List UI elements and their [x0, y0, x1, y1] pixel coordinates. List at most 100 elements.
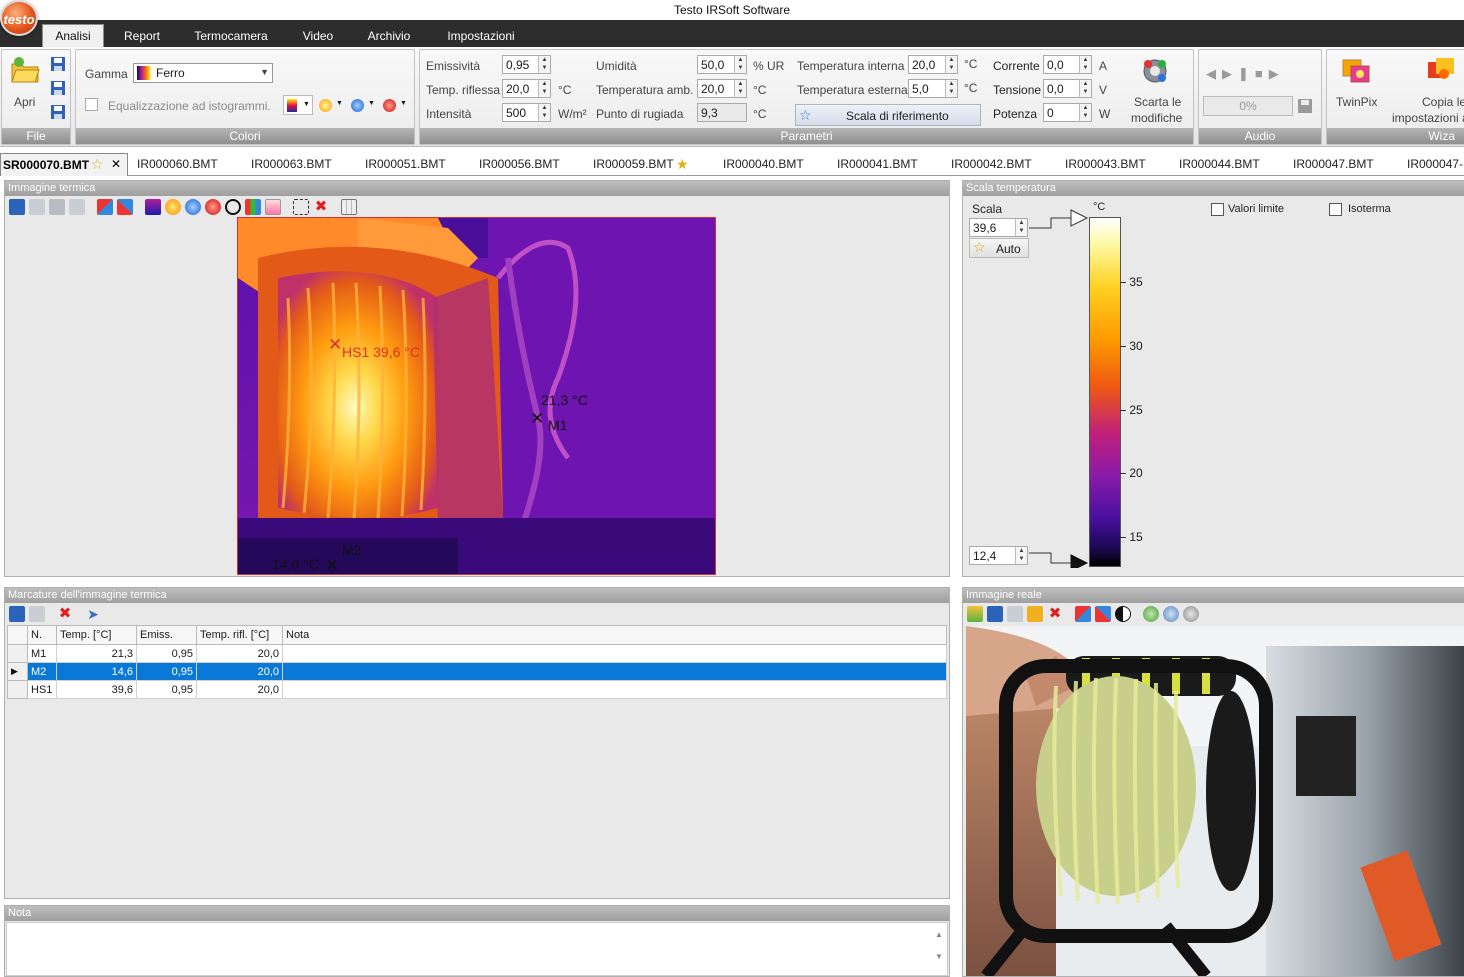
rotate-right-icon[interactable]	[1095, 606, 1111, 622]
column-header[interactable]: Temp. [°C]	[56, 625, 137, 645]
corrente-input[interactable]: 0,0 ▲ ▼	[1043, 55, 1092, 74]
gamma-select[interactable]: Ferro ▼	[133, 63, 273, 83]
rotate-left-icon[interactable]	[97, 199, 113, 215]
copy-label-2[interactable]: impostazioni a	[1392, 111, 1464, 125]
emissivita-input[interactable]: 0,95 ▲ ▼	[502, 55, 551, 74]
file-tab[interactable]: IR000043.BMT	[1065, 157, 1146, 171]
cell-temp-rifl[interactable]: 20,0	[196, 680, 283, 699]
intensita-input[interactable]: 500 ▲ ▼	[502, 103, 551, 122]
select-area-icon[interactable]	[293, 199, 309, 215]
open-button-label[interactable]: Apri	[14, 95, 35, 109]
contrast-icon[interactable]	[1115, 606, 1131, 622]
tab-archivio[interactable]: Archivio	[357, 26, 421, 47]
measure-marker-icon[interactable]: ✕	[530, 410, 544, 427]
zoom-in-icon[interactable]	[1143, 606, 1159, 622]
copy-icon[interactable]	[29, 606, 45, 622]
favorite-star-icon[interactable]: ★	[676, 156, 689, 173]
save-as-icon[interactable]	[50, 80, 66, 96]
spin-arrows-icon[interactable]: ▲ ▼	[538, 104, 550, 121]
spin-arrows-icon[interactable]: ▲ ▼	[1079, 80, 1091, 97]
isoterma-checkbox[interactable]	[1329, 203, 1342, 216]
marker-color-dropdown[interactable]: ▼	[381, 95, 409, 115]
auto-button[interactable]: ☆ Auto	[969, 238, 1029, 258]
cell-temp[interactable]: 39,6	[56, 680, 137, 699]
spin-arrows-icon[interactable]: ▲ ▼	[734, 80, 746, 97]
delete-icon[interactable]: ✖	[313, 199, 329, 215]
grid-icon[interactable]	[341, 199, 357, 215]
file-tab[interactable]: IR000063.BMT	[251, 157, 332, 171]
tab-video[interactable]: Video	[292, 26, 344, 47]
copy-icon[interactable]	[29, 199, 45, 215]
cell-temp[interactable]: 21,3	[56, 644, 137, 663]
temp-amb-input[interactable]: 20,0 ▲ ▼	[697, 79, 747, 98]
paste-icon[interactable]	[1027, 606, 1043, 622]
favorite-star-icon[interactable]: ☆	[91, 156, 104, 173]
cell-temp-rifl[interactable]: 20,0	[196, 662, 283, 681]
spin-arrows-icon[interactable]: ▲ ▼	[945, 56, 957, 73]
pause-icon[interactable]: ❚	[1238, 66, 1255, 81]
open-image-icon[interactable]	[967, 606, 983, 622]
discard-label-1[interactable]: Scarta le	[1134, 95, 1181, 109]
histogram-icon[interactable]	[245, 199, 261, 215]
note-scrollbar[interactable]: ▲ ▼	[932, 924, 946, 976]
save-icon[interactable]	[987, 606, 1003, 622]
app-logo[interactable]: testo	[0, 0, 38, 36]
copy-settings-icon[interactable]	[1426, 56, 1458, 86]
file-tab[interactable]: IR000059.BMT	[593, 157, 674, 171]
file-tab-active[interactable]: SR000070.BMT ☆ ✕	[0, 153, 128, 176]
save-icon[interactable]	[50, 56, 66, 72]
rotate-left-icon[interactable]	[1075, 606, 1091, 622]
copy-icon[interactable]	[1007, 606, 1023, 622]
umidita-input[interactable]: 50,0 ▲ ▼	[697, 55, 747, 74]
twinpix-icon[interactable]	[1341, 56, 1371, 86]
file-tab[interactable]: IR000041.BMT	[837, 157, 918, 171]
note-textarea[interactable]	[6, 922, 948, 976]
file-tab[interactable]: IR000047.BMT	[1293, 157, 1374, 171]
close-icon[interactable]: ✕	[111, 157, 121, 171]
spin-arrows-icon[interactable]: ▲ ▼	[1079, 104, 1091, 121]
scale-min-input[interactable]: 12,4 ▲ ▼	[969, 546, 1028, 565]
delete-icon[interactable]: ✖	[57, 606, 73, 622]
tab-report[interactable]: Report	[113, 26, 171, 47]
valori-limite-checkbox[interactable]	[1211, 203, 1224, 216]
spin-arrows-icon[interactable]: ▲ ▼	[538, 56, 550, 73]
twinpix-label[interactable]: TwinPix	[1336, 95, 1377, 109]
forward-icon[interactable]: ▶	[1269, 66, 1285, 81]
cold-spot-icon[interactable]	[185, 199, 201, 215]
spin-arrows-icon[interactable]: ▲ ▼	[1015, 219, 1027, 236]
row-header-cell[interactable]	[7, 680, 28, 699]
column-header[interactable]: N.	[27, 625, 57, 645]
profile-line-icon[interactable]	[265, 199, 281, 215]
hot-color-dropdown[interactable]: ▼	[317, 95, 345, 115]
play-icon[interactable]: ▶	[1222, 66, 1238, 81]
table-row[interactable]: M1 21,3 0,95 20,0	[7, 644, 947, 663]
cell-nota[interactable]	[282, 644, 947, 663]
locate-marker-icon[interactable]: ➤	[85, 606, 101, 622]
file-tab[interactable]: IR000044.BMT	[1179, 157, 1260, 171]
spin-arrows-icon[interactable]: ▲ ▼	[1079, 56, 1091, 73]
temp-interna-input[interactable]: 20,0 ▲ ▼	[908, 55, 958, 74]
real-image[interactable]	[966, 626, 1464, 976]
save-icon[interactable]	[9, 199, 25, 215]
thermal-image[interactable]: ✕ HS1 39,6 °C 21,3 °C ✕ M1 M2 14,6 °C ✕	[237, 217, 716, 575]
open-folder-icon[interactable]	[10, 56, 40, 84]
file-tab[interactable]: IR000040.BMT	[723, 157, 804, 171]
column-header[interactable]: Nota	[282, 625, 947, 645]
row-pointer-icon[interactable]: ▶	[7, 662, 28, 681]
copy-label-1[interactable]: Copia le	[1422, 95, 1464, 109]
paste-icon[interactable]	[49, 199, 65, 215]
discard-label-2[interactable]: modifiche	[1131, 111, 1182, 125]
spin-arrows-icon[interactable]: ▲ ▼	[734, 56, 746, 73]
max-handle-icon[interactable]	[1070, 209, 1089, 227]
spin-arrows-icon[interactable]: ▲ ▼	[538, 80, 550, 97]
tensione-input[interactable]: 0,0 ▲ ▼	[1043, 79, 1092, 98]
scala-riferimento-button[interactable]: ☆ Scala di riferimento	[795, 104, 981, 126]
rewind-icon[interactable]: ◀	[1206, 66, 1222, 81]
cell-nota[interactable]	[282, 662, 947, 681]
column-header[interactable]: Temp. rifl. [°C]	[196, 625, 283, 645]
temp-esterna-input[interactable]: 5,0 ▲ ▼	[908, 79, 958, 98]
spin-arrows-icon[interactable]: ▲ ▼	[945, 80, 957, 97]
cell-nota[interactable]	[282, 680, 947, 699]
temp-riflessa-input[interactable]: 20,0 ▲ ▼	[502, 79, 551, 98]
rotate-right-icon[interactable]	[117, 199, 133, 215]
